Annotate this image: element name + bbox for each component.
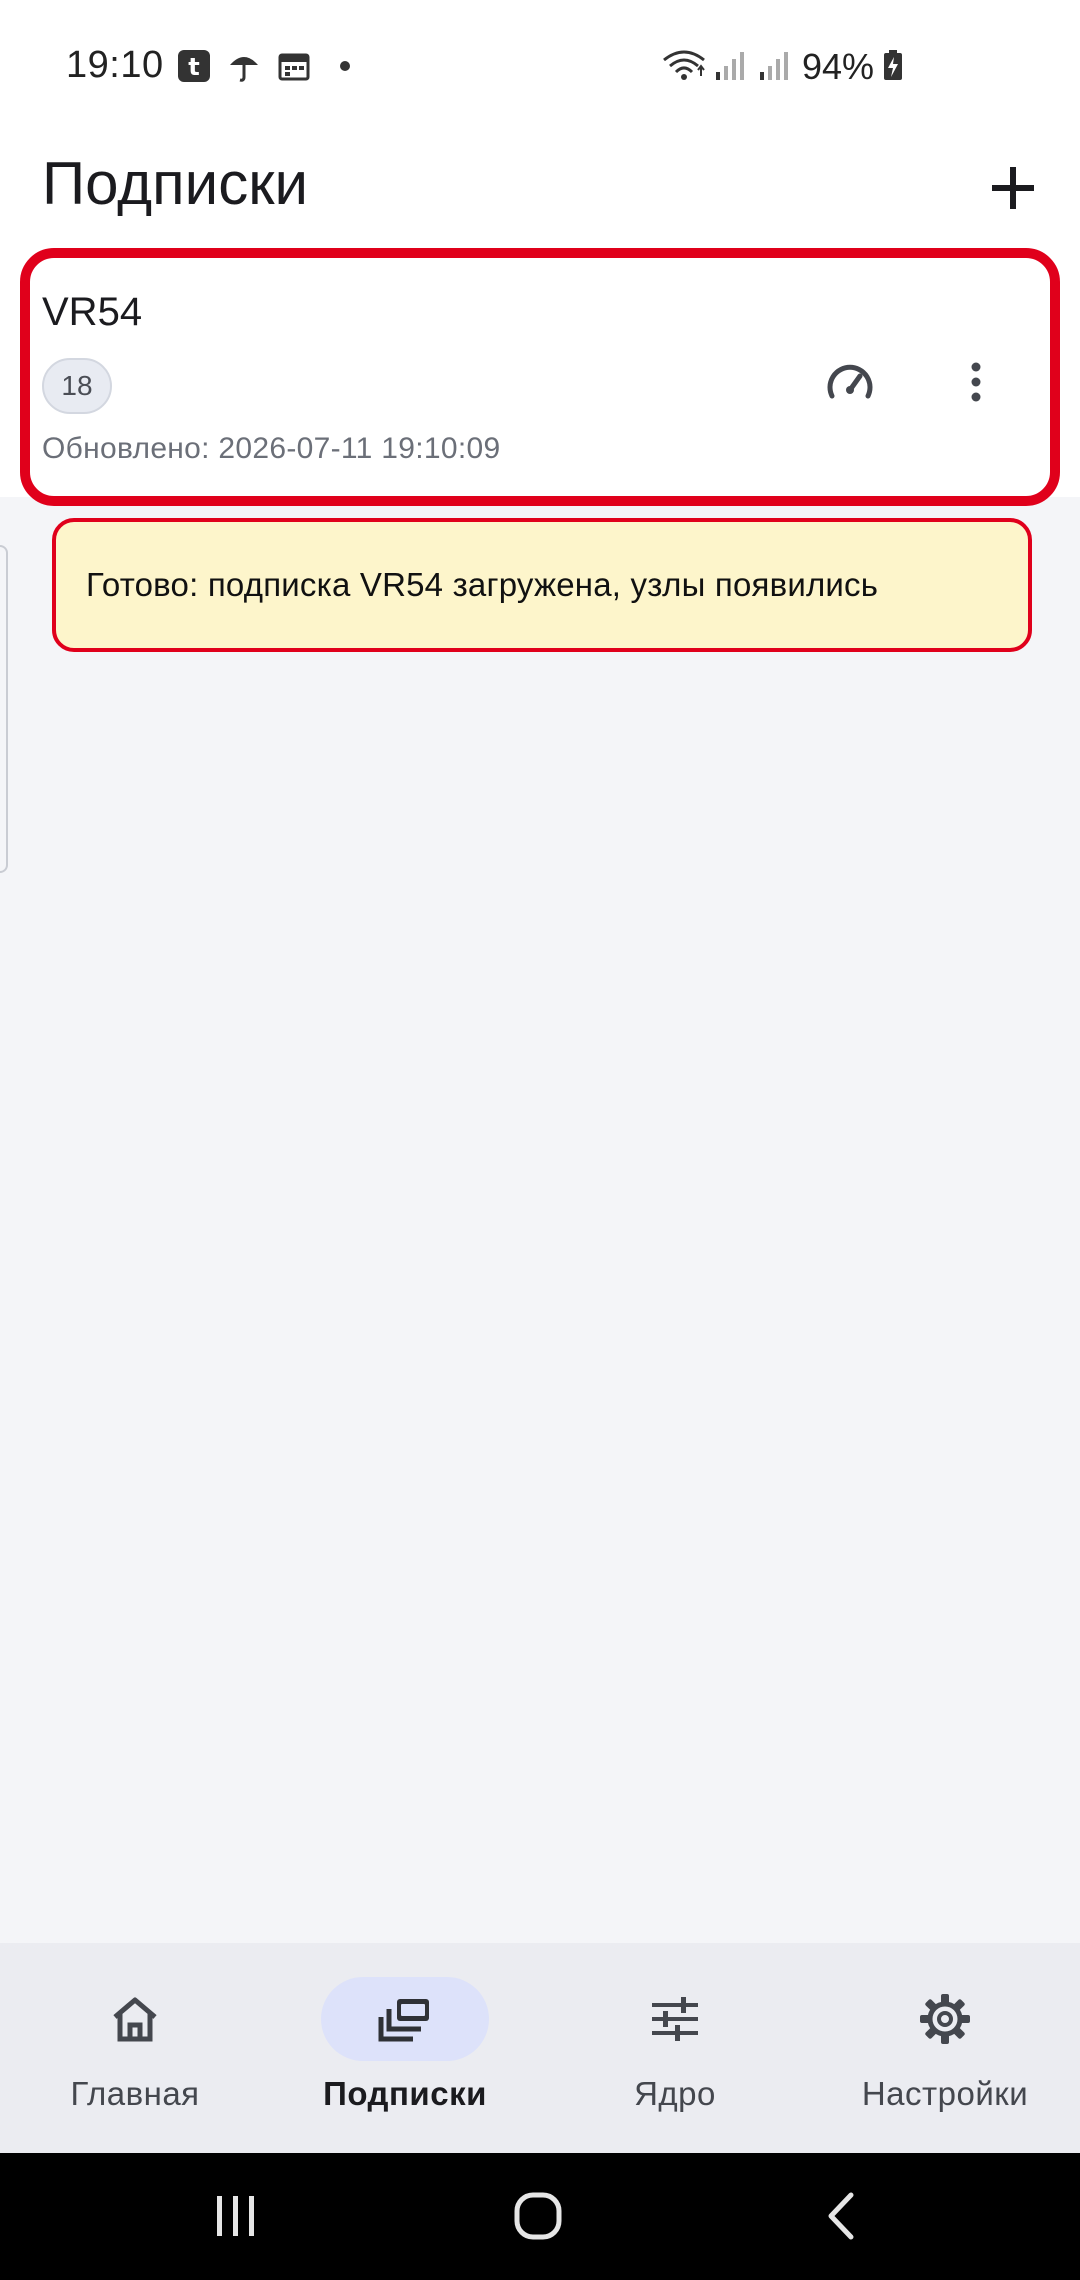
gear-icon (920, 1994, 970, 2044)
more-vertical-icon (971, 362, 981, 402)
nav-item-subscriptions[interactable]: Подписки (270, 1977, 540, 2127)
home-button[interactable] (498, 2181, 578, 2251)
edge-panel-handle[interactable] (0, 545, 8, 873)
calendar-icon (276, 48, 312, 84)
sliders-icon (652, 1997, 698, 2041)
nav-pill (51, 1977, 219, 2061)
subscriptions-icon (378, 1999, 429, 2042)
updated-timestamp: Обновлено: 2026-07-11 19:10:09 (42, 432, 501, 465)
home-icon (113, 1997, 157, 2042)
more-options-button[interactable] (944, 350, 1008, 414)
app-header: Подписки (0, 135, 1080, 245)
back-button[interactable] (800, 2181, 880, 2251)
signal-icon (714, 48, 750, 87)
subscription-name: VR54 (42, 290, 143, 334)
wifi-icon (662, 48, 706, 87)
umbrella-icon (226, 48, 262, 84)
node-count-badge: 18 (42, 358, 112, 414)
battery-charging-icon (882, 48, 904, 87)
speedometer-icon (827, 364, 873, 399)
nav-item-home[interactable]: Главная (0, 1977, 270, 2127)
tumblr-icon: t (176, 48, 212, 84)
toast-message: Готово: подписка VR54 загружена, узлы по… (52, 518, 1032, 652)
system-navigation-bar (0, 2153, 1080, 2280)
recents-icon (217, 2196, 254, 2236)
signal-icon (758, 48, 794, 87)
nav-label: Главная (70, 2075, 200, 2112)
nav-label: Настройки (861, 2075, 1029, 2112)
status-time: 19:10 (66, 44, 164, 86)
speed-test-button[interactable] (818, 350, 882, 414)
plus-icon (992, 167, 1034, 209)
back-chevron-icon (828, 2192, 854, 2240)
page-title: Подписки (42, 150, 308, 217)
home-circle-icon (514, 2192, 562, 2240)
status-bar: 19:10 t 94% (0, 0, 1080, 135)
dot-icon (340, 61, 350, 71)
svg-text:t: t (188, 53, 199, 81)
notification-icons: t (176, 48, 350, 84)
system-status-icons: 94% (662, 46, 904, 88)
battery-percentage: 94% (801, 46, 874, 87)
toast-text: Готово: подписка VR54 загружена, узлы по… (86, 566, 879, 603)
recents-button[interactable] (196, 2181, 276, 2251)
nav-label: Подписки (323, 2075, 487, 2112)
add-subscription-button[interactable] (976, 151, 1050, 225)
nav-pill (591, 1977, 759, 2061)
nav-pill (861, 1977, 1029, 2061)
bottom-navigation: Главная Подписки Ядро Настройки (0, 1943, 1080, 2153)
nav-item-core[interactable]: Ядро (540, 1977, 810, 2127)
nav-label: Ядро (634, 2075, 716, 2112)
nav-pill-active (321, 1977, 489, 2061)
nav-item-settings[interactable]: Настройки (810, 1977, 1080, 2127)
